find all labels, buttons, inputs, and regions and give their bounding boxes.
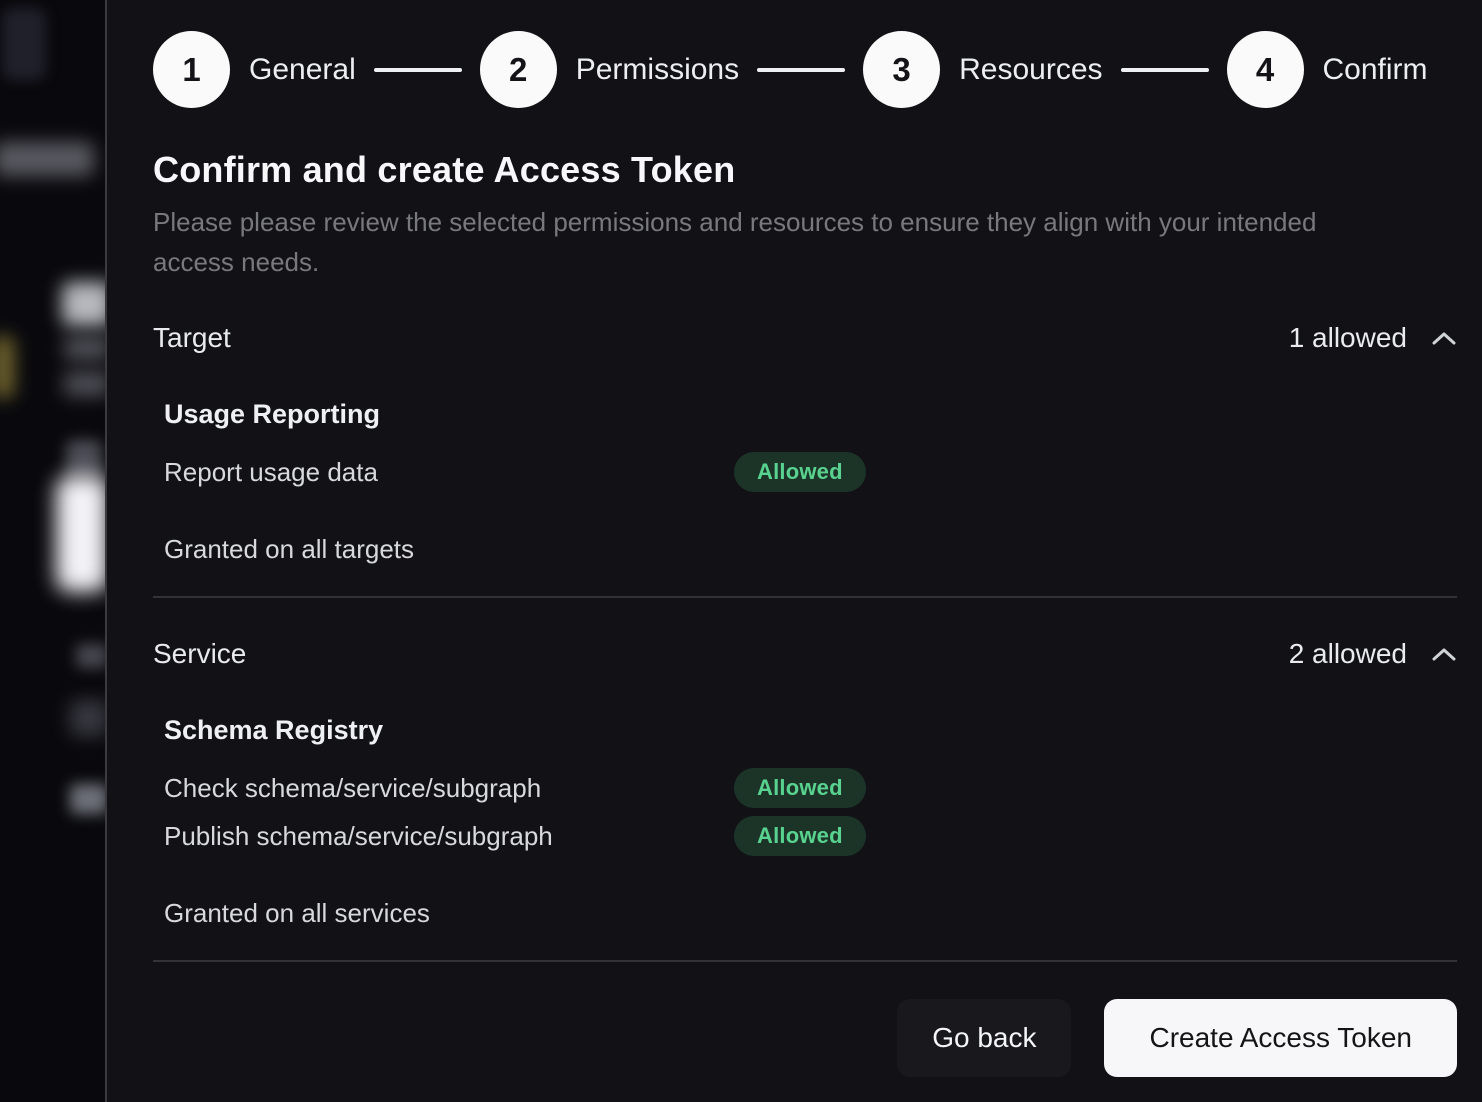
blurred-accent-shape [0,336,14,398]
blurred-heading [62,282,105,326]
blurred-nav-text [0,142,94,176]
blurred-logo [2,8,46,80]
blurred-text-mark [70,784,105,814]
step-label: Resources [959,53,1102,87]
granted-note: Granted on all services [153,898,1457,928]
step-general[interactable]: 1 General [153,31,356,108]
section-name: Target [153,322,231,354]
step-number-circle: 1 [153,31,230,108]
step-confirm[interactable]: 4 Confirm [1227,31,1428,108]
step-number-circle: 3 [863,31,940,108]
service-collapse-toggle[interactable]: 2 allowed [1289,638,1457,670]
stepper-connector-line [374,68,462,72]
stepper-connector-line [1121,68,1209,72]
allowed-status-badge: Allowed [734,452,866,492]
step-label: General [249,53,356,87]
granted-note: Granted on all targets [153,534,1457,564]
section-name: Service [153,638,246,670]
permission-row: Check schema/service/subgraph Allowed [164,768,1457,808]
permission-row: Report usage data Allowed [164,452,1457,492]
section-divider [153,596,1457,598]
target-collapse-toggle[interactable]: 1 allowed [1289,322,1457,354]
step-number-circle: 2 [480,31,557,108]
allowed-count: 2 allowed [1289,638,1407,670]
section-header-service: Service 2 allowed [153,638,1457,670]
modal-footer: Go back Create Access Token [153,999,1457,1077]
footer-divider [153,960,1457,962]
section-header-target: Target 1 allowed [153,322,1457,354]
chevron-up-icon [1431,647,1457,662]
step-number-circle: 4 [1227,31,1304,108]
allowed-count: 1 allowed [1289,322,1407,354]
permission-group-usage-reporting: Usage Reporting Report usage data Allowe… [153,398,1457,492]
chevron-up-icon [1431,331,1457,346]
modal-title: Confirm and create Access Token [153,150,1457,190]
permission-group-heading: Schema Registry [164,714,1457,746]
blurred-text-line [64,336,105,360]
allowed-status-badge: Allowed [734,816,866,856]
permission-group-heading: Usage Reporting [164,398,1457,430]
blurred-text-mark [76,644,105,668]
permission-label: Report usage data [164,457,734,488]
allowed-status-badge: Allowed [734,768,866,808]
create-access-token-button[interactable]: Create Access Token [1104,999,1457,1077]
permission-group-schema-registry: Schema Registry Check schema/service/sub… [153,714,1457,856]
permission-label: Check schema/service/subgraph [164,773,734,804]
wizard-stepper: 1 General 2 Permissions 3 Resources 4 Co… [153,31,1457,108]
permission-row: Publish schema/service/subgraph Allowed [164,816,1457,856]
blurred-text-line [64,372,105,396]
blurred-card [56,476,105,592]
blurred-text-mark [70,700,105,736]
stepper-connector-line [757,68,845,72]
go-back-button[interactable]: Go back [897,999,1071,1077]
step-label: Confirm [1323,53,1428,87]
permission-label: Publish schema/service/subgraph [164,821,734,852]
background-page-blurred [0,0,105,1102]
create-access-token-modal: 1 General 2 Permissions 3 Resources 4 Co… [105,0,1482,1102]
modal-subtitle: Please please review the selected permis… [153,202,1383,282]
step-permissions[interactable]: 2 Permissions [480,31,739,108]
step-label: Permissions [576,53,739,87]
step-resources[interactable]: 3 Resources [863,31,1102,108]
